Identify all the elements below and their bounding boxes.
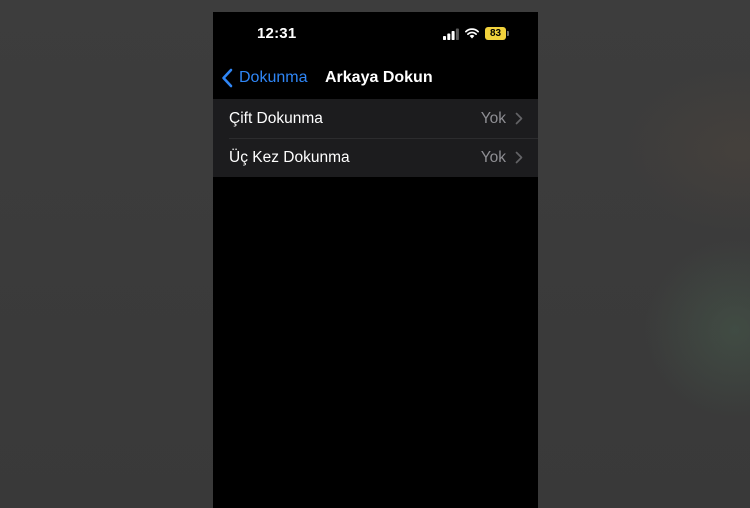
wifi-icon (465, 28, 479, 39)
list-item-triple-tap[interactable]: Üç Kez Dokunma Yok (213, 138, 538, 177)
back-button-label: Dokunma (239, 69, 308, 86)
list-item-double-tap[interactable]: Çift Dokunma Yok (213, 99, 538, 138)
back-button[interactable]: Dokunma (221, 56, 307, 100)
phone-screen: 12:31 83 Dokunma Arkaya Dokun Çift Dokun… (213, 12, 538, 508)
battery-tip (507, 31, 509, 36)
status-bar: 12:31 83 (213, 12, 538, 56)
battery-icon: 83 (485, 27, 509, 40)
signal-icon (443, 28, 459, 40)
list-item-value: Yok (480, 148, 506, 166)
settings-list: Çift Dokunma Yok Üç Kez Dokunma Yok (213, 99, 538, 177)
chevron-left-icon (222, 68, 233, 88)
list-item-label: Üç Kez Dokunma (229, 148, 350, 166)
list-item-value: Yok (480, 109, 506, 127)
battery-level: 83 (485, 27, 506, 40)
navigation-bar: Dokunma Arkaya Dokun (213, 56, 538, 100)
status-time: 12:31 (257, 25, 297, 42)
chevron-right-icon (515, 112, 523, 125)
list-item-label: Çift Dokunma (229, 109, 323, 127)
page-title: Arkaya Dokun (325, 69, 433, 86)
chevron-right-icon (515, 151, 523, 164)
